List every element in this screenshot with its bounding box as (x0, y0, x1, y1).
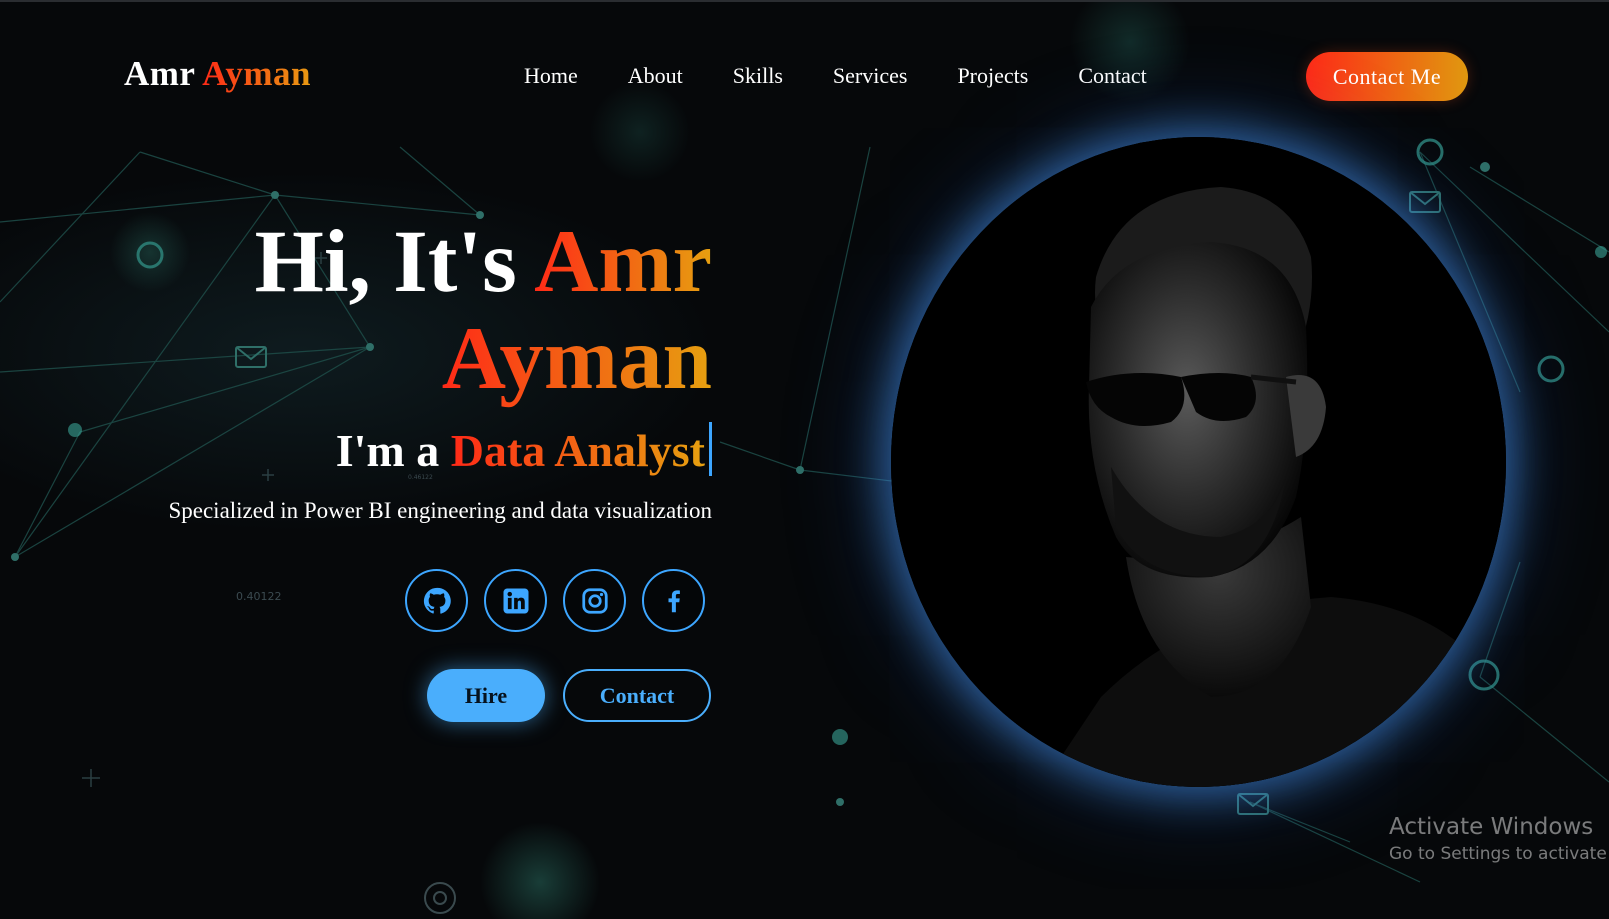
contact-button[interactable]: Contact (563, 669, 711, 722)
logo-last: Ayman (202, 54, 311, 93)
hero-headline: Hi, It's Amr Ayman (120, 214, 712, 408)
role-text: Data Analyst (450, 425, 705, 476)
nav-home[interactable]: Home (524, 63, 578, 89)
windows-activation-watermark: Activate Windows Go to Settings to activ… (1389, 814, 1609, 864)
background-number: 0.40122 (236, 590, 282, 603)
main-nav: Home About Skills Services Projects Cont… (524, 63, 1147, 89)
hero-name-last: Ayman (441, 310, 712, 408)
profile-silhouette (891, 137, 1506, 787)
github-icon (423, 587, 451, 614)
instagram-link[interactable] (563, 569, 626, 632)
page: 0.40122 0.46122 Amr Ayman Home About Ski… (0, 0, 1609, 919)
profile-photo (891, 137, 1506, 787)
typing-cursor (709, 422, 712, 476)
site-logo[interactable]: Amr Ayman (124, 54, 311, 94)
watermark-subtitle: Go to Settings to activate Windows. (1389, 844, 1609, 864)
hero-tagline: Specialized in Power BI engineering and … (168, 498, 712, 523)
hero-role: I'm a Data Analyst (120, 422, 712, 479)
role-prefix: I'm a (335, 425, 440, 476)
linkedin-icon (503, 588, 528, 613)
github-link[interactable] (405, 569, 468, 632)
hero-name-first: Amr (534, 213, 712, 311)
linkedin-link[interactable] (484, 569, 547, 632)
nav-projects[interactable]: Projects (957, 63, 1028, 89)
watermark-title: Activate Windows (1389, 814, 1594, 840)
nav-contact[interactable]: Contact (1078, 63, 1146, 89)
nav-skills[interactable]: Skills (733, 63, 783, 89)
social-links (405, 569, 705, 632)
hire-button[interactable]: Hire (427, 669, 545, 722)
nav-services[interactable]: Services (833, 63, 908, 89)
logo-first: Amr (124, 54, 195, 93)
facebook-icon (668, 589, 680, 612)
hero-greeting: Hi, It's (254, 213, 517, 311)
facebook-link[interactable] (642, 569, 705, 632)
nav-about[interactable]: About (628, 63, 683, 89)
contact-me-button[interactable]: Contact Me (1306, 52, 1468, 101)
instagram-icon (581, 587, 608, 614)
